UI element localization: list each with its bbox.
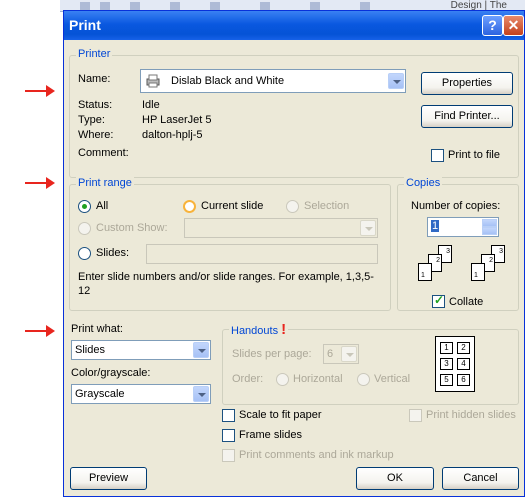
annotation-arrow-print-what bbox=[25, 325, 55, 337]
copies-number-label: Number of copies: bbox=[411, 200, 501, 212]
order-vertical-radio[interactable] bbox=[357, 373, 370, 386]
cancel-button[interactable]: Cancel bbox=[442, 467, 519, 490]
order-horizontal-label: Horizontal bbox=[293, 373, 343, 385]
print-what-value: Slides bbox=[75, 344, 105, 356]
find-printer-button[interactable]: Find Printer... bbox=[421, 105, 513, 128]
status-value: Idle bbox=[142, 99, 160, 111]
range-selection-radio[interactable] bbox=[286, 200, 299, 213]
order-label: Order: bbox=[232, 373, 264, 385]
spin-down-icon[interactable] bbox=[482, 227, 497, 235]
comment-label: Comment: bbox=[78, 147, 129, 159]
preview-button[interactable]: Preview bbox=[70, 467, 147, 490]
ok-button[interactable]: OK bbox=[356, 467, 434, 490]
slides-input[interactable] bbox=[146, 244, 378, 264]
handouts-label: Handouts bbox=[231, 325, 279, 337]
spin-up-icon[interactable] bbox=[482, 219, 497, 227]
printer-name-label: Name: bbox=[78, 73, 111, 85]
chevron-down-icon[interactable] bbox=[341, 346, 357, 362]
range-custom-show-label: Custom Show: bbox=[96, 222, 168, 234]
collate-illustration-left: 3 2 1 bbox=[416, 245, 460, 285]
type-value: HP LaserJet 5 bbox=[142, 114, 212, 126]
copies-number-value: 1 bbox=[431, 220, 440, 232]
copies-spinner[interactable]: 1 bbox=[427, 217, 499, 237]
print-what-select[interactable]: Slides bbox=[71, 340, 211, 360]
print-dialog: Print ? ✕ Printer Name: Dislab Black and… bbox=[63, 10, 525, 497]
collate-illustration-right: 3 2 1 bbox=[469, 245, 513, 285]
scale-to-fit-label: Scale to fit paper bbox=[239, 409, 322, 421]
annotation-arrow-printer bbox=[25, 85, 55, 97]
copies-legend: Copies bbox=[404, 177, 443, 189]
where-value: dalton-hplj-5 bbox=[142, 129, 203, 141]
status-label: Status: bbox=[78, 99, 113, 111]
range-slides-radio[interactable] bbox=[78, 247, 91, 260]
color-grayscale-value: Grayscale bbox=[75, 388, 125, 400]
collate-label: Collate bbox=[449, 296, 484, 308]
order-horizontal-radio[interactable] bbox=[276, 373, 289, 386]
title-bar[interactable]: Print ? ✕ bbox=[64, 11, 524, 40]
chevron-down-icon[interactable] bbox=[360, 220, 376, 236]
printer-name-value: Dislab Black and White bbox=[171, 75, 285, 87]
custom-show-select[interactable] bbox=[184, 218, 378, 238]
chevron-down-icon[interactable] bbox=[193, 386, 209, 402]
range-slides-label: Slides: bbox=[96, 247, 130, 259]
frame-slides-checkbox[interactable] bbox=[222, 429, 235, 442]
print-range-legend: Print range bbox=[76, 177, 134, 189]
color-grayscale-select[interactable]: Grayscale bbox=[71, 384, 211, 404]
handout-layout-preview: 1 2 3 4 5 6 bbox=[435, 336, 475, 392]
printer-legend: Printer bbox=[76, 48, 113, 60]
range-all-label: All bbox=[96, 200, 109, 212]
dialog-title: Print bbox=[69, 17, 101, 33]
print-comments-checkbox[interactable] bbox=[222, 449, 235, 462]
exclamation-mark: ! bbox=[281, 321, 287, 338]
range-selection-label: Selection bbox=[304, 200, 350, 212]
print-hidden-checkbox[interactable] bbox=[409, 409, 422, 422]
print-hidden-label: Print hidden slides bbox=[426, 409, 516, 421]
order-vertical-label: Vertical bbox=[374, 373, 411, 385]
handouts-legend: Handouts ! bbox=[229, 321, 289, 338]
chevron-down-icon[interactable] bbox=[193, 342, 209, 358]
range-current-slide-label: Current slide bbox=[201, 200, 264, 212]
color-grayscale-label: Color/grayscale: bbox=[71, 367, 151, 379]
range-custom-show-radio[interactable] bbox=[78, 222, 91, 235]
chevron-down-icon[interactable] bbox=[388, 73, 404, 89]
help-button[interactable]: ? bbox=[482, 15, 503, 36]
print-what-label: Print what: bbox=[71, 323, 123, 335]
slides-per-page-value: 6 bbox=[327, 348, 334, 360]
printer-name-select[interactable]: Dislab Black and White bbox=[140, 69, 406, 93]
slides-per-page-label: Slides per page: bbox=[232, 348, 312, 360]
range-all-radio[interactable] bbox=[78, 200, 91, 213]
annotation-arrow-print-range bbox=[25, 177, 55, 189]
scale-to-fit-checkbox[interactable] bbox=[222, 409, 235, 422]
collate-checkbox[interactable] bbox=[432, 293, 445, 308]
printer-icon bbox=[145, 73, 161, 89]
print-to-file-label: Print to file bbox=[448, 149, 500, 161]
where-label: Where: bbox=[78, 129, 114, 141]
range-current-slide-radio[interactable] bbox=[183, 200, 196, 213]
type-label: Type: bbox=[78, 114, 105, 126]
print-range-hint: Enter slide numbers and/or slide ranges.… bbox=[78, 271, 374, 297]
properties-button[interactable]: Properties bbox=[421, 72, 513, 95]
close-button[interactable]: ✕ bbox=[503, 15, 524, 36]
print-comments-label: Print comments and ink markup bbox=[239, 449, 394, 461]
frame-slides-label: Frame slides bbox=[239, 429, 302, 441]
slides-per-page-select[interactable]: 6 bbox=[323, 344, 359, 364]
print-to-file-checkbox[interactable] bbox=[431, 149, 444, 162]
